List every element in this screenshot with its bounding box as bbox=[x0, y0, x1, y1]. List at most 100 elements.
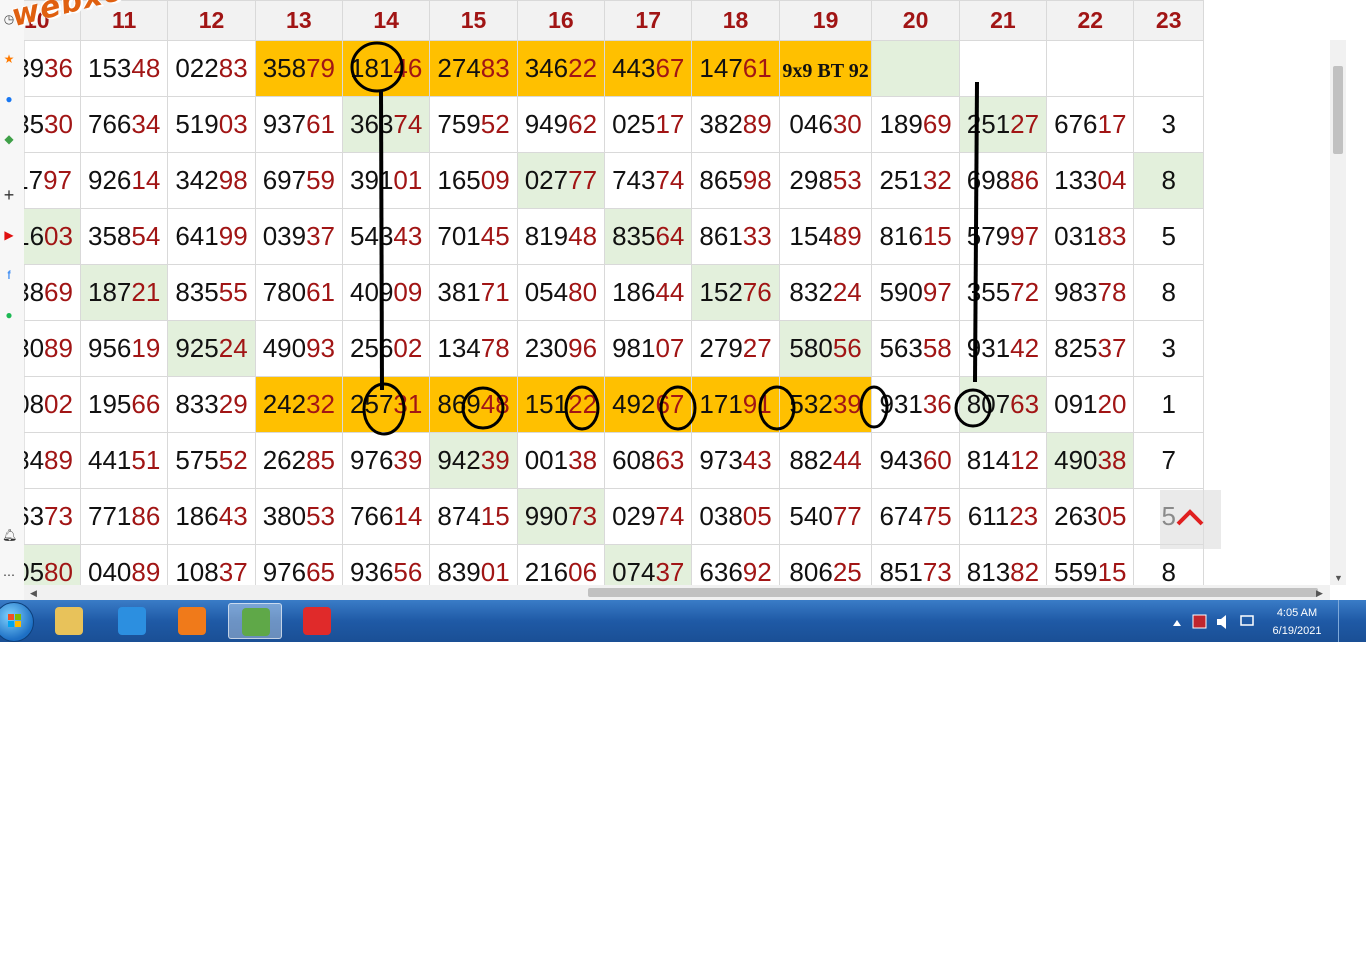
number-last-two-digits: 82 bbox=[1010, 557, 1040, 585]
number-last-two-digits: 91 bbox=[742, 389, 772, 419]
number-prefix: 8 bbox=[1161, 557, 1176, 585]
youtube-icon[interactable]: ▶ bbox=[2, 228, 16, 242]
antivirus-icon[interactable] bbox=[1192, 614, 1207, 629]
result-cell: 54343 bbox=[342, 208, 431, 265]
result-cell: 35879 bbox=[254, 40, 344, 97]
number-prefix: 807 bbox=[966, 389, 1011, 419]
result-cell: 06373 bbox=[24, 488, 81, 545]
number-prefix: 882 bbox=[789, 445, 833, 475]
number-last-two-digits: 89 bbox=[832, 221, 862, 251]
scroll-down-arrow-icon[interactable]: ▼ bbox=[1334, 573, 1343, 583]
messenger-icon[interactable]: ● bbox=[2, 92, 16, 106]
result-cell: 93656 bbox=[342, 544, 431, 585]
number-prefix: 7 bbox=[1161, 445, 1176, 475]
result-cell: 64199 bbox=[167, 208, 256, 265]
number-prefix: 943 bbox=[879, 445, 923, 475]
scroll-to-top-button[interactable] bbox=[1160, 490, 1221, 549]
number-prefix: 697 bbox=[262, 165, 307, 195]
add-icon[interactable]: + bbox=[2, 186, 16, 204]
result-cell: 44151 bbox=[79, 432, 169, 489]
number-last-two-digits: 93 bbox=[306, 333, 335, 363]
result-cell: 93936 bbox=[24, 40, 81, 97]
browser-sidebar: ◷ ★ ● ◆ + ▶ f ● 🔔︎ ⋯ bbox=[0, 0, 25, 600]
vertical-scroll-thumb[interactable] bbox=[1333, 66, 1343, 154]
number-prefix: 133 bbox=[1054, 165, 1098, 195]
vertical-scrollbar[interactable]: ▼ bbox=[1330, 40, 1346, 585]
number-last-two-digits: 30 bbox=[44, 109, 73, 139]
clock-time[interactable]: 4:05 AM bbox=[1262, 607, 1332, 619]
result-cell: 78061 bbox=[254, 264, 344, 321]
spotify-icon[interactable]: ● bbox=[2, 308, 16, 322]
number-prefix: 835 bbox=[175, 277, 219, 307]
show-desktop-button[interactable] bbox=[1338, 600, 1349, 642]
number-prefix: 029 bbox=[612, 501, 656, 531]
number-prefix: 005 bbox=[24, 557, 45, 585]
result-cell: 00138 bbox=[516, 432, 606, 489]
number-prefix: 825 bbox=[1054, 333, 1098, 363]
result-cell: 01603 bbox=[24, 208, 81, 265]
result-cell: 26305 bbox=[1046, 488, 1135, 545]
number-prefix: 251 bbox=[879, 165, 923, 195]
result-cell: 25731 bbox=[342, 376, 431, 433]
volume-icon[interactable] bbox=[1217, 615, 1226, 629]
number-last-two-digits: 73 bbox=[568, 501, 598, 531]
taskbar-app-button[interactable] bbox=[228, 603, 282, 639]
column-header: 14 bbox=[342, 0, 431, 41]
result-cell: 21606 bbox=[516, 544, 606, 585]
network-icon[interactable] bbox=[1240, 615, 1254, 626]
result-cell: 93136 bbox=[871, 376, 960, 433]
more-icon[interactable]: ⋯ bbox=[2, 568, 16, 582]
result-cell: 13304 bbox=[1046, 152, 1135, 209]
result-cell: 9x9 BT 92 bbox=[778, 40, 873, 97]
number-prefix: 976 bbox=[350, 445, 394, 475]
number-last-two-digits: 25 bbox=[832, 557, 862, 585]
taskbar-app-button[interactable] bbox=[105, 603, 159, 639]
horizontal-scrollbar[interactable]: ◀ ▶ bbox=[24, 585, 1330, 600]
number-prefix: 931 bbox=[879, 389, 923, 419]
number-prefix: 698 bbox=[966, 165, 1011, 195]
number-prefix: 443 bbox=[612, 53, 656, 83]
taskbar-app-button[interactable] bbox=[290, 603, 344, 639]
number-prefix: 816 bbox=[879, 221, 923, 251]
scroll-left-arrow-icon[interactable]: ◀ bbox=[30, 588, 37, 598]
facebook-icon[interactable]: f bbox=[2, 268, 16, 282]
horizontal-scroll-thumb[interactable] bbox=[588, 588, 1318, 597]
number-prefix: 358 bbox=[88, 221, 132, 251]
notification-icon[interactable]: 🔔︎ bbox=[2, 528, 17, 542]
result-cell: 63692 bbox=[691, 544, 780, 585]
number-prefix: 257 bbox=[350, 389, 394, 419]
start-button[interactable] bbox=[0, 602, 34, 642]
games-icon[interactable]: ◆ bbox=[2, 132, 16, 146]
internet-explorer-icon bbox=[118, 607, 146, 635]
number-prefix: 391 bbox=[350, 165, 394, 195]
number-last-two-digits: 61 bbox=[306, 109, 335, 139]
lottery-results-table: 91011121314151617181920212223 9393615348… bbox=[24, 0, 1204, 585]
number-last-two-digits: 66 bbox=[131, 389, 161, 419]
number-prefix: 635 bbox=[24, 109, 45, 139]
number-last-two-digits: 01 bbox=[393, 165, 423, 195]
number-prefix: 063 bbox=[24, 501, 45, 531]
result-cell: 85173 bbox=[871, 544, 960, 585]
number-last-two-digits: 71 bbox=[480, 277, 510, 307]
taskbar-app-button[interactable] bbox=[42, 603, 96, 639]
clock-date[interactable]: 6/19/2021 bbox=[1262, 625, 1332, 637]
taskbar-app-button[interactable] bbox=[165, 603, 219, 639]
number-prefix: 676 bbox=[1054, 109, 1098, 139]
number-last-two-digits: 14 bbox=[393, 501, 423, 531]
number-prefix: 492 bbox=[612, 389, 656, 419]
tray-expand-icon[interactable] bbox=[1173, 620, 1181, 626]
result-cell: 63530 bbox=[24, 96, 81, 153]
number-last-two-digits: 24 bbox=[832, 277, 862, 307]
number-last-two-digits: 73 bbox=[44, 501, 73, 531]
result-cell: 49267 bbox=[604, 376, 693, 433]
bookmark-icon[interactable]: ★ bbox=[2, 52, 16, 66]
result-cell: 81615 bbox=[871, 208, 960, 265]
result-cell: 86133 bbox=[691, 208, 780, 265]
result-cell: 81948 bbox=[516, 208, 606, 265]
number-prefix: 608 bbox=[612, 445, 656, 475]
result-cell: 02777 bbox=[516, 152, 606, 209]
number-prefix: 025 bbox=[612, 109, 656, 139]
scroll-right-arrow-icon[interactable]: ▶ bbox=[1316, 588, 1323, 598]
result-cell: 69886 bbox=[958, 152, 1048, 209]
number-last-two-digits: 37 bbox=[306, 221, 335, 251]
